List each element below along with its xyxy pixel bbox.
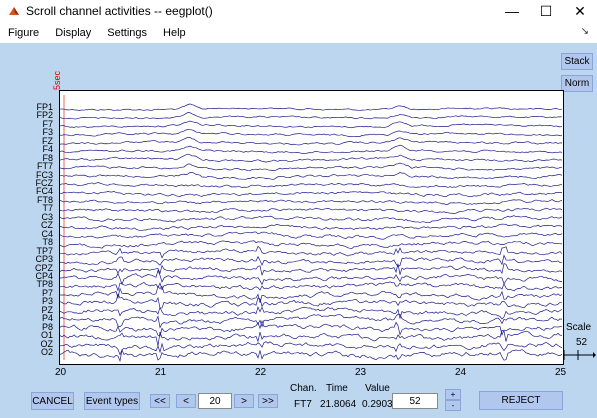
trace-fc4 — [59, 191, 563, 198]
trace-fc3 — [59, 171, 563, 180]
trace-cp4 — [59, 269, 563, 286]
trace-p7 — [59, 285, 563, 303]
x-tick-21: 21 — [155, 367, 167, 378]
dock-arrow-icon[interactable]: ↘ — [581, 26, 589, 37]
x-tick-20: 20 — [55, 367, 67, 378]
trace-t7 — [59, 207, 563, 214]
menu-bar: Figure Display Settings Help ↘ — [0, 23, 597, 42]
position-input[interactable]: 20 — [198, 393, 232, 409]
trace-o2 — [59, 348, 563, 363]
menu-settings[interactable]: Settings — [107, 27, 147, 39]
title-bar: Scroll channel activities -- eegplot() —… — [0, 0, 597, 22]
trace-tp8 — [59, 281, 563, 292]
scale-input[interactable]: 52 — [392, 393, 438, 409]
matlab-icon — [9, 7, 19, 15]
chan-header: Chan. — [290, 383, 317, 394]
stack-button[interactable]: Stack — [561, 53, 593, 70]
time-marker-label: 5sec — [52, 70, 62, 90]
cancel-button[interactable]: CANCEL — [31, 392, 74, 410]
value-header: Value — [365, 383, 390, 394]
x-tick-24: 24 — [455, 367, 467, 378]
x-tick-22: 22 — [255, 367, 267, 378]
eeg-traces — [59, 95, 563, 363]
trace-cpz — [59, 263, 563, 277]
next-page-button[interactable]: >> — [258, 394, 278, 408]
scale-up-button[interactable]: + — [445, 389, 461, 400]
time-value: 21.8064 — [320, 399, 357, 410]
trace-fp1 — [59, 103, 563, 111]
minimize-button[interactable]: — — [495, 0, 529, 22]
trace-p3 — [59, 293, 563, 309]
trace-o1 — [59, 329, 563, 347]
scale-title: Scale — [566, 322, 592, 333]
norm-button[interactable]: Norm — [561, 75, 593, 92]
trace-f3 — [59, 129, 563, 137]
menu-figure[interactable]: Figure — [8, 27, 39, 39]
window-title: Scroll channel activities -- eegplot() — [26, 4, 213, 18]
trace-f8 — [59, 153, 563, 163]
x-tick-25: 25 — [555, 367, 567, 378]
event-types-button[interactable]: Event types — [84, 392, 140, 410]
trace-oz — [59, 341, 563, 356]
scale-value: 52 — [576, 337, 588, 348]
scale-bar — [563, 350, 596, 360]
channel-label-o2: O2 — [40, 347, 53, 357]
prev-button[interactable]: < — [176, 394, 196, 408]
trace-cp3 — [59, 254, 563, 267]
eeg-plot-axes[interactable] — [59, 90, 564, 365]
trace-tp7 — [59, 245, 563, 259]
time-header: Time — [326, 383, 348, 394]
x-tick-23: 23 — [355, 367, 367, 378]
scale-down-button[interactable]: - — [445, 400, 461, 411]
prev-page-button[interactable]: << — [150, 394, 170, 408]
trace-ft8 — [59, 199, 563, 205]
trace-f4 — [59, 144, 563, 154]
trace-c3 — [59, 215, 563, 223]
trace-ft7 — [59, 162, 563, 172]
value-value: 0.2903 — [362, 399, 393, 410]
trace-cz — [59, 223, 563, 231]
trace-c4 — [59, 231, 563, 240]
menu-display[interactable]: Display — [55, 27, 91, 39]
next-button[interactable]: > — [234, 394, 254, 408]
trace-f7 — [59, 120, 563, 129]
reject-button[interactable]: REJECT — [479, 391, 563, 410]
trace-t8 — [59, 240, 563, 249]
trace-fcz — [59, 182, 563, 188]
trace-fz — [59, 136, 563, 146]
close-button[interactable]: ✕ — [563, 0, 597, 22]
menu-help[interactable]: Help — [163, 27, 186, 39]
chan-value: FT7 — [294, 399, 312, 410]
trace-fp2 — [59, 112, 563, 120]
maximize-button[interactable]: ☐ — [529, 0, 563, 22]
